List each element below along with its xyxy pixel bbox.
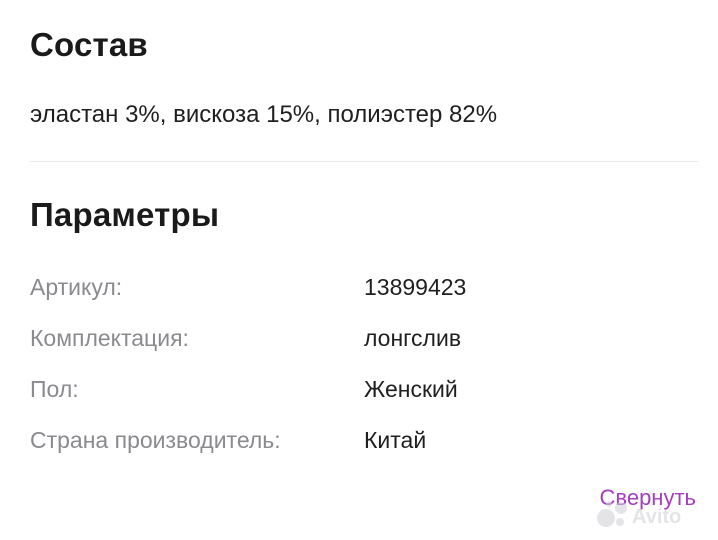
param-row-set: Комплектация: лонгслив bbox=[30, 325, 690, 355]
param-value: Женский bbox=[364, 376, 458, 402]
section-divider bbox=[30, 161, 698, 162]
param-value: Китай bbox=[364, 427, 427, 453]
param-label: Комплектация: bbox=[30, 325, 189, 351]
avito-logo-text: Avito bbox=[632, 506, 681, 528]
composition-text: эластан 3%, вискоза 15%, полиэстер 82% bbox=[30, 101, 498, 128]
param-label: Страна производитель: bbox=[30, 427, 281, 453]
param-row-gender: Пол: Женский bbox=[30, 376, 690, 406]
param-label: Артикул: bbox=[30, 274, 123, 300]
parameters-heading: Параметры bbox=[30, 196, 220, 233]
param-value: 13899423 bbox=[364, 274, 467, 300]
param-label: Пол: bbox=[30, 376, 79, 402]
avito-logo-watermark: Avito bbox=[597, 501, 681, 528]
param-row-country: Страна производитель: Китай bbox=[30, 427, 690, 457]
composition-heading: Состав bbox=[30, 26, 148, 63]
param-row-article: Артикул: 13899423 bbox=[30, 274, 690, 304]
param-value: лонгслив bbox=[364, 325, 462, 351]
product-details-panel: Состав эластан 3%, вискоза 15%, полиэсте… bbox=[0, 0, 718, 540]
